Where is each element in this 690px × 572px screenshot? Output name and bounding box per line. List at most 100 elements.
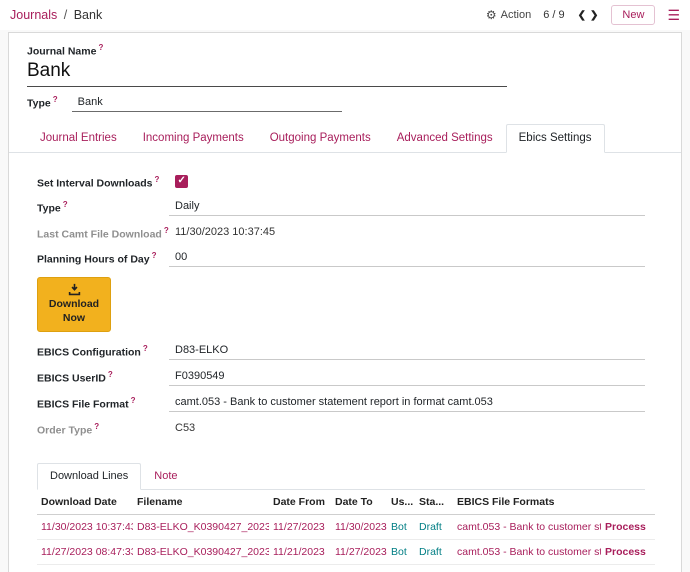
help-icon: ? xyxy=(131,396,136,405)
subtab-download-lines[interactable]: Download Lines xyxy=(37,463,141,490)
type-row: Type? Bank xyxy=(27,95,663,113)
pager-next-button[interactable]: ❯ xyxy=(589,8,599,23)
cell-ebics-file-format[interactable]: camt.053 - Bank to customer statement re… xyxy=(453,564,601,572)
cell-download-date[interactable]: 11/27/2023 08:47:33 xyxy=(37,564,133,572)
field-row-ebics-file-format: EBICS File Format? camt.053 - Bank to cu… xyxy=(37,394,645,412)
process-button[interactable]: Process xyxy=(601,514,655,539)
planning-hours-input[interactable]: 00 xyxy=(169,249,645,267)
chevron-left-icon: ❮ xyxy=(578,10,586,21)
cell-state[interactable]: Draft xyxy=(415,539,453,564)
tab-journal-entries[interactable]: Journal Entries xyxy=(27,124,130,153)
tab-incoming-payments[interactable]: Incoming Payments xyxy=(130,124,257,153)
help-icon: ? xyxy=(143,344,148,353)
field-row-planning-hours: Planning Hours of Day? 00 xyxy=(37,249,645,267)
form-sheet: Journal Name? Bank Type? Bank Journal En… xyxy=(8,32,682,572)
ebics-configuration-input[interactable]: D83-ELKO xyxy=(169,342,645,360)
download-now-label-line1: Download xyxy=(49,298,99,310)
download-lines-table: Download Date Filename Date From Date To… xyxy=(37,490,645,572)
new-button[interactable]: New xyxy=(611,5,655,25)
col-header-user[interactable]: Us... xyxy=(387,490,415,515)
tab-outgoing-payments[interactable]: Outgoing Payments xyxy=(257,124,384,153)
cell-download-date[interactable]: 11/27/2023 08:47:33 xyxy=(37,539,133,564)
col-header-ebics-file-formats[interactable]: EBICS File Formats xyxy=(453,490,601,515)
cell-filename[interactable]: D83-ELKO_K0390427_2023-11-30_C xyxy=(133,514,269,539)
breadcrumb-journals-link[interactable]: Journals xyxy=(10,8,57,22)
action-menu-button[interactable]: ⚙ Action xyxy=(486,8,531,22)
breadcrumb-current-record: Bank xyxy=(74,8,103,22)
download-lines-header-row: Download Date Filename Date From Date To… xyxy=(37,490,655,515)
chevron-right-icon: ❯ xyxy=(590,10,598,21)
breadcrumb: Journals / Bank xyxy=(10,8,102,22)
download-line-row[interactable]: 11/30/2023 10:37:43 D83-ELKO_K0390427_20… xyxy=(37,514,655,539)
col-header-filename[interactable]: Filename xyxy=(133,490,269,515)
cell-date-from[interactable]: 11/21/2023 xyxy=(269,539,331,564)
col-header-state[interactable]: Sta... xyxy=(415,490,453,515)
download-now-label-line2: Now xyxy=(63,312,85,324)
subtab-note[interactable]: Note xyxy=(141,463,190,490)
cell-filename[interactable]: D83-ELKO_K0390427_2023-11-27_C xyxy=(133,539,269,564)
order-type-label: Order Type? xyxy=(37,420,169,437)
type-label: Type? xyxy=(27,95,58,113)
pager: ❮ ❯ xyxy=(577,8,600,23)
cell-filename[interactable]: D83-ELKO_K0390427_2023-11-27_C xyxy=(133,564,269,572)
download-now-button[interactable]: Download Now xyxy=(37,277,111,332)
cell-download-date[interactable]: 11/30/2023 10:37:43 xyxy=(37,514,133,539)
field-row-type: Type? Daily xyxy=(37,198,645,216)
cell-ebics-file-format[interactable]: camt.053 - Bank to customer statement re… xyxy=(453,514,601,539)
cell-date-from[interactable]: 11/27/2023 xyxy=(269,514,331,539)
download-icon xyxy=(68,283,81,296)
breadcrumb-separator: / xyxy=(64,8,67,22)
col-header-download-date[interactable]: Download Date xyxy=(37,490,133,515)
tab-ebics-settings[interactable]: Ebics Settings xyxy=(506,124,605,153)
notebook-tabs: Journal Entries Incoming Payments Outgoi… xyxy=(9,124,681,153)
interval-type-select[interactable]: Daily xyxy=(169,198,645,216)
help-icon: ? xyxy=(155,175,160,184)
pager-previous-button[interactable]: ❮ xyxy=(577,8,587,23)
journal-name-label: Journal Name? xyxy=(27,43,663,58)
cell-date-to[interactable]: 11/27/2023 xyxy=(331,539,387,564)
ebics-file-format-label: EBICS File Format? xyxy=(37,394,169,411)
process-button[interactable]: Process xyxy=(601,539,655,564)
cell-state[interactable]: Draft xyxy=(415,514,453,539)
interval-downloads-checkbox[interactable] xyxy=(175,175,188,188)
type-select[interactable]: Bank xyxy=(72,96,342,112)
top-bar: Journals / Bank ⚙ Action 6 / 9 ❮ ❯ New ☰ xyxy=(0,0,690,30)
process-button[interactable]: Process xyxy=(601,564,655,572)
cell-user[interactable]: Bot xyxy=(387,539,415,564)
field-row-ebics-userid: EBICS UserID? F0390549 xyxy=(37,368,645,386)
cell-date-from[interactable]: 11/21/2023 xyxy=(269,564,331,572)
help-icon: ? xyxy=(63,200,68,209)
ebics-type-label: Type? xyxy=(37,198,169,215)
field-row-last-camt: Last Camt File Download? 11/30/2023 10:3… xyxy=(37,224,645,241)
ebics-userid-input[interactable]: F0390549 xyxy=(169,368,645,386)
cell-ebics-file-format[interactable]: camt.053 - Bank to customer statement re… xyxy=(453,539,601,564)
gear-icon: ⚙ xyxy=(486,8,497,22)
inner-notebook-tabs: Download Lines Note xyxy=(37,463,645,490)
cell-user[interactable]: Bot xyxy=(387,564,415,572)
col-header-date-to[interactable]: Date To xyxy=(331,490,387,515)
pager-count: 6 / 9 xyxy=(543,9,564,21)
col-header-actions xyxy=(601,490,655,515)
download-line-row[interactable]: 11/27/2023 08:47:33 D83-ELKO_K0390427_20… xyxy=(37,564,655,572)
last-camt-download-value: 11/30/2023 10:37:45 xyxy=(169,224,645,241)
help-icon: ? xyxy=(108,370,113,379)
help-icon: ? xyxy=(53,95,58,104)
ebics-configuration-label: EBICS Configuration? xyxy=(37,342,169,359)
topbar-controls: ⚙ Action 6 / 9 ❮ ❯ New ☰ xyxy=(486,5,680,25)
journal-name-input[interactable]: Bank xyxy=(27,58,507,87)
field-row-order-type: Order Type? C53 xyxy=(37,420,645,437)
col-header-date-from[interactable]: Date From xyxy=(269,490,331,515)
hamburger-menu-icon[interactable]: ☰ xyxy=(667,7,680,24)
help-icon: ? xyxy=(152,251,157,260)
download-line-row[interactable]: 11/27/2023 08:47:33 D83-ELKO_K0390427_20… xyxy=(37,539,655,564)
field-row-interval: Set Interval Downloads? xyxy=(37,173,645,190)
cell-user[interactable]: Bot xyxy=(387,514,415,539)
planning-hours-label: Planning Hours of Day? xyxy=(37,249,169,266)
ebics-userid-label: EBICS UserID? xyxy=(37,368,169,385)
ebics-file-format-select[interactable]: camt.053 - Bank to customer statement re… xyxy=(169,394,645,412)
cell-state[interactable]: Draft xyxy=(415,564,453,572)
tab-advanced-settings[interactable]: Advanced Settings xyxy=(384,124,506,153)
cell-date-to[interactable]: 11/27/2023 xyxy=(331,564,387,572)
cell-date-to[interactable]: 11/30/2023 xyxy=(331,514,387,539)
set-interval-downloads-label: Set Interval Downloads? xyxy=(37,173,169,190)
